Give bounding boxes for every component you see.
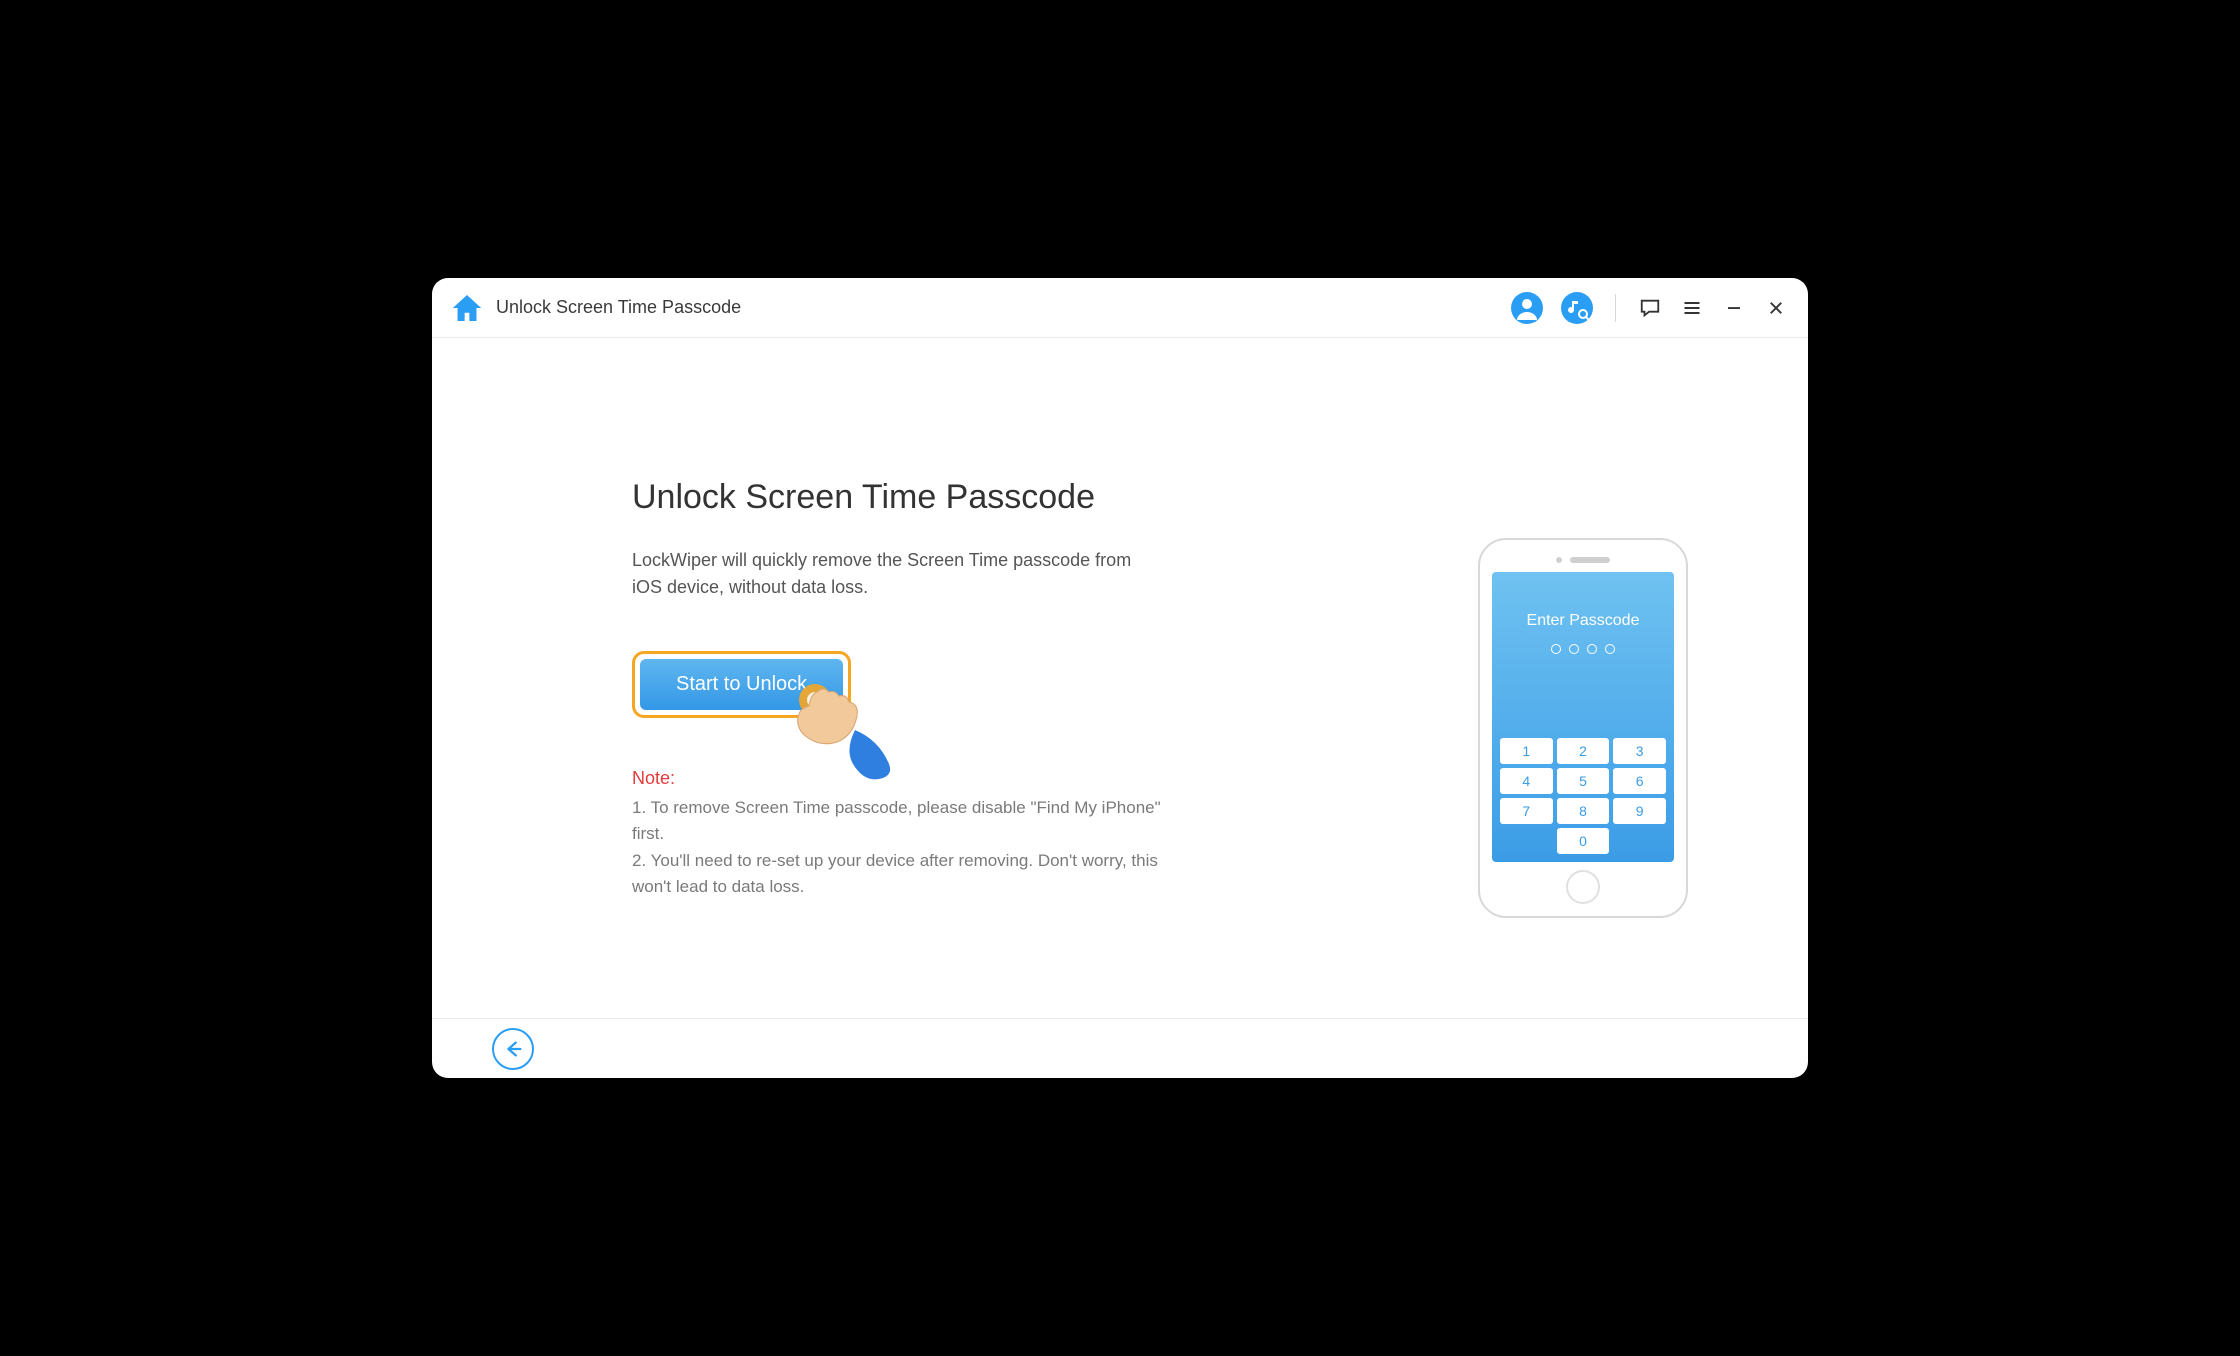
phone-camera-dot: [1556, 557, 1562, 563]
passcode-dot: [1605, 644, 1615, 654]
passcode-dot: [1569, 644, 1579, 654]
content-area: Unlock Screen Time Passcode LockWiper wi…: [432, 338, 1808, 1018]
footer: [432, 1018, 1808, 1078]
right-column: Enter Passcode 1 2 3 4 5 6 7: [1478, 478, 1688, 978]
left-column: Unlock Screen Time Passcode LockWiper wi…: [632, 478, 1252, 978]
keypad-key: 9: [1613, 798, 1666, 824]
phone-keypad: 1 2 3 4 5 6 7 8 9 0: [1500, 738, 1666, 854]
phone-screen: Enter Passcode 1 2 3 4 5 6 7: [1492, 572, 1674, 862]
passcode-dot: [1551, 644, 1561, 654]
titlebar: Unlock Screen Time Passcode: [432, 278, 1808, 338]
keypad-key: 7: [1500, 798, 1553, 824]
phone-top: [1556, 552, 1610, 568]
keypad-key: 1: [1500, 738, 1553, 764]
close-button[interactable]: [1764, 296, 1788, 320]
account-icon[interactable]: [1511, 292, 1543, 324]
passcode-dot: [1587, 644, 1597, 654]
phone-speaker: [1570, 557, 1610, 563]
note-heading: Note:: [632, 768, 1252, 789]
passcode-dots: [1551, 644, 1615, 654]
note-section: Note: 1. To remove Screen Time passcode,…: [632, 768, 1252, 900]
keypad-key: 0: [1557, 828, 1610, 854]
home-icon[interactable]: [452, 295, 482, 321]
keypad-key: 8: [1557, 798, 1610, 824]
note-line-1: 1. To remove Screen Time passcode, pleas…: [632, 795, 1192, 848]
app-window: Unlock Screen Time Passcode: [432, 278, 1808, 1078]
menu-icon[interactable]: [1680, 296, 1704, 320]
keypad-key: 3: [1613, 738, 1666, 764]
music-search-icon[interactable]: [1561, 292, 1593, 324]
titlebar-left: Unlock Screen Time Passcode: [452, 295, 741, 321]
keypad-key: 4: [1500, 768, 1553, 794]
phone-illustration: Enter Passcode 1 2 3 4 5 6 7: [1478, 538, 1688, 918]
back-button[interactable]: [492, 1028, 534, 1070]
note-line-2: 2. You'll need to re-set up your device …: [632, 848, 1192, 901]
main-heading: Unlock Screen Time Passcode: [632, 478, 1252, 517]
phone-home-button: [1566, 870, 1600, 904]
start-button-highlight: Start to Unlock: [632, 651, 851, 718]
feedback-icon[interactable]: [1638, 296, 1662, 320]
phone-screen-title: Enter Passcode: [1527, 612, 1640, 630]
main-description: LockWiper will quickly remove the Screen…: [632, 547, 1152, 601]
keypad-key: 2: [1557, 738, 1610, 764]
keypad-key: 5: [1557, 768, 1610, 794]
keypad-key: 6: [1613, 768, 1666, 794]
page-title: Unlock Screen Time Passcode: [496, 297, 741, 318]
minimize-button[interactable]: [1722, 296, 1746, 320]
titlebar-divider: [1615, 294, 1616, 322]
titlebar-right: [1511, 292, 1788, 324]
start-unlock-button[interactable]: Start to Unlock: [640, 659, 843, 710]
